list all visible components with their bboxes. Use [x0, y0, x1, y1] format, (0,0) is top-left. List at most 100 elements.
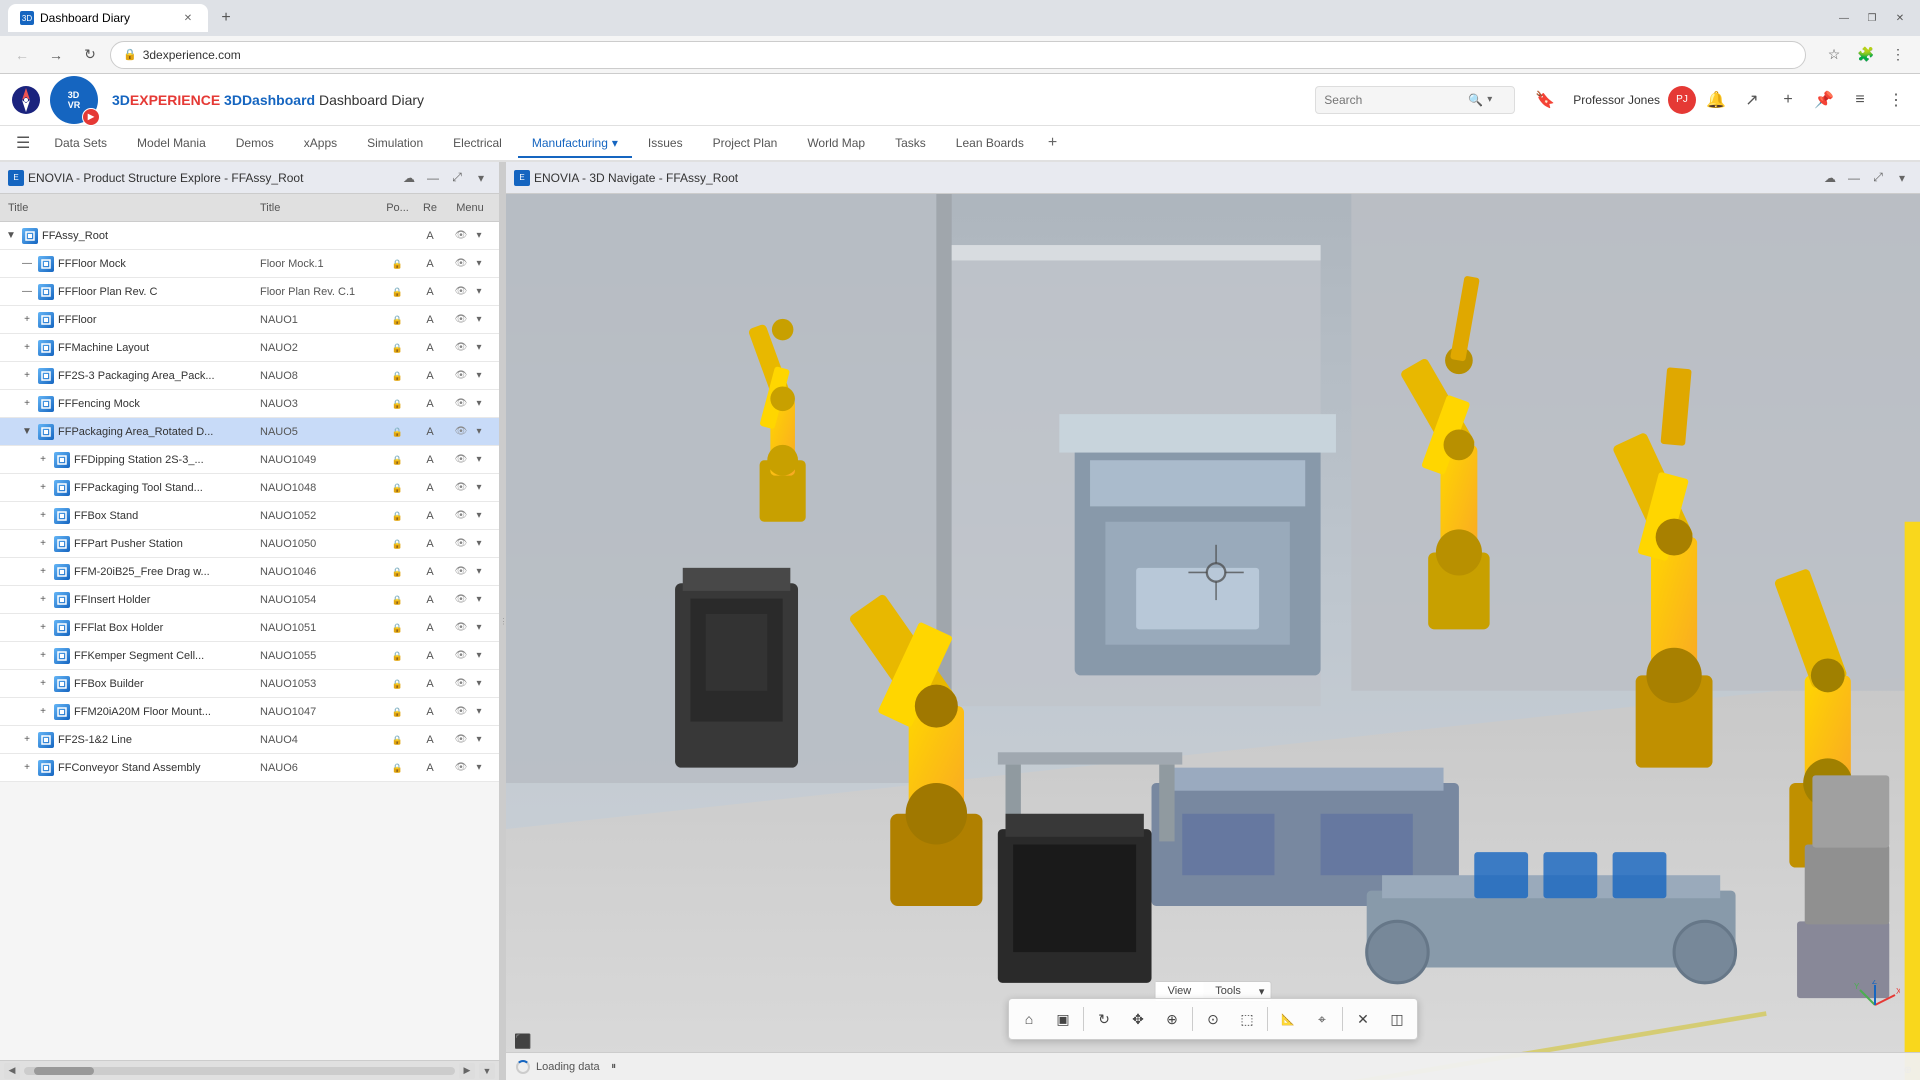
restore-button[interactable]: ❐ [1860, 6, 1884, 30]
pin-icon[interactable]: 📌 [1808, 84, 1840, 116]
tree-node-expand-button[interactable]: ▾ [471, 228, 487, 244]
tree-node-visibility-button[interactable]: 👁 [453, 732, 469, 748]
tree-item[interactable]: —FFFloor MockFloor Mock.1🔒A👁▾ [0, 250, 499, 278]
tree-node-expand-button[interactable]: ▾ [471, 480, 487, 496]
tree-item[interactable]: +FF2S-3 Packaging Area_Pack...NAUO8🔒A👁▾ [0, 362, 499, 390]
tree-node-visibility-button[interactable]: 👁 [453, 760, 469, 776]
tree-toggle[interactable]: + [36, 677, 50, 691]
scroll-left-button[interactable]: ◀ [4, 1063, 20, 1079]
tree-toggle[interactable]: + [36, 593, 50, 607]
tab-electrical[interactable]: Electrical [439, 130, 516, 158]
search-input[interactable] [1324, 93, 1464, 107]
tree-node-visibility-button[interactable]: 👁 [453, 704, 469, 720]
tree-node-expand-button[interactable]: ▾ [471, 368, 487, 384]
tree-node-visibility-button[interactable]: 👁 [453, 480, 469, 496]
share-icon[interactable]: ↗ [1736, 84, 1768, 116]
loading-pause-button[interactable]: ⏸ [606, 1059, 622, 1075]
tree-node-expand-button[interactable]: ▾ [471, 340, 487, 356]
tab-issues[interactable]: Issues [634, 130, 697, 158]
panel-minimize-icon[interactable]: — [423, 168, 443, 188]
tree-item[interactable]: +FFM-20iB25_Free Drag w...NAUO1046🔒A👁▾ [0, 558, 499, 586]
search-box[interactable]: 🔍 ▾ [1315, 86, 1515, 114]
tab-manufacturing[interactable]: Manufacturing ▾ [518, 130, 632, 158]
compass-icon[interactable] [8, 82, 44, 118]
tree-toggle[interactable]: + [20, 397, 34, 411]
forward-button[interactable]: → [42, 41, 70, 69]
tree-item[interactable]: +FFKemper Segment Cell...NAUO1055🔒A👁▾ [0, 642, 499, 670]
tree-toggle[interactable]: + [20, 761, 34, 775]
close-window-button[interactable]: ✕ [1888, 6, 1912, 30]
tab-tasks[interactable]: Tasks [881, 130, 940, 158]
tree-node-expand-button[interactable]: ▾ [471, 564, 487, 580]
add-tab-button[interactable]: + [1040, 128, 1065, 158]
tree-node-visibility-button[interactable]: 👁 [453, 424, 469, 440]
tree-item[interactable]: +FFM20iA20M Floor Mount...NAUO1047🔒A👁▾ [0, 698, 499, 726]
tree-node-expand-button[interactable]: ▾ [471, 452, 487, 468]
tree-node-visibility-button[interactable]: 👁 [453, 228, 469, 244]
viewer-corner-icon[interactable]: ⬛ [514, 1033, 531, 1050]
add-icon[interactable]: + [1772, 84, 1804, 116]
viewer-expand-icon[interactable]: ⤢ [1868, 168, 1888, 188]
tree-node-visibility-button[interactable]: 👁 [453, 648, 469, 664]
3d-viewport[interactable]: View Tools ▾ ⌂ ▣ ↻ ✥ ⊕ ⊙ ⬚ 📐 ⌖ ✕ ◫ [506, 194, 1920, 1080]
tree-item[interactable]: ▼FFAssy_RootA👁▾ [0, 222, 499, 250]
tree-item[interactable]: +FFBox StandNAUO1052🔒A👁▾ [0, 502, 499, 530]
tree-toggle[interactable]: + [20, 369, 34, 383]
tree-toggle[interactable]: + [20, 733, 34, 747]
tree-item[interactable]: ▼FFPackaging Area_Rotated D...NAUO5🔒A👁▾ [0, 418, 499, 446]
bookmark-button[interactable]: ☆ [1820, 41, 1848, 69]
tab-simulation[interactable]: Simulation [353, 130, 437, 158]
tree-item[interactable]: +FFFloorNAUO1🔒A👁▾ [0, 306, 499, 334]
tree-toggle[interactable]: + [36, 565, 50, 579]
tree-item[interactable]: +FFInsert HolderNAUO1054🔒A👁▾ [0, 586, 499, 614]
toolbar-pan-button[interactable]: ✥ [1122, 1003, 1154, 1035]
tree-item[interactable]: +FFConveyor Stand AssemblyNAUO6🔒A👁▾ [0, 754, 499, 782]
tree-item[interactable]: —FFFloor Plan Rev. CFloor Plan Rev. C.1🔒… [0, 278, 499, 306]
tree-node-visibility-button[interactable]: 👁 [453, 452, 469, 468]
tree-toggle[interactable]: + [36, 453, 50, 467]
settings-button[interactable]: ⋮ [1884, 41, 1912, 69]
tab-demos[interactable]: Demos [222, 130, 288, 158]
viewer-collapse-icon[interactable]: ▾ [1892, 168, 1912, 188]
tree-node-visibility-button[interactable]: 👁 [453, 340, 469, 356]
tree-toggle[interactable]: ▼ [20, 425, 34, 439]
toolbar-cut-button[interactable]: ✕ [1347, 1003, 1379, 1035]
tree-node-expand-button[interactable]: ▾ [471, 732, 487, 748]
tree-toggle[interactable]: — [20, 285, 34, 299]
tree-item[interactable]: +FFFencing MockNAUO3🔒A👁▾ [0, 390, 499, 418]
scroll-track[interactable] [24, 1067, 455, 1075]
tree-toggle[interactable]: + [36, 705, 50, 719]
toolbar-frame-button[interactable]: ▣ [1047, 1003, 1079, 1035]
tree-node-visibility-button[interactable]: 👁 [453, 564, 469, 580]
tree-node-visibility-button[interactable]: 👁 [453, 396, 469, 412]
user-avatar[interactable]: PJ [1668, 86, 1696, 114]
back-button[interactable]: ← [8, 41, 36, 69]
tree-node-expand-button[interactable]: ▾ [471, 284, 487, 300]
sidebar-item-hamburger[interactable]: ☰ [8, 129, 38, 159]
minimize-button[interactable]: — [1832, 6, 1856, 30]
more-icon[interactable]: ⋮ [1880, 84, 1912, 116]
tree-item[interactable]: +FFPart Pusher StationNAUO1050🔒A👁▾ [0, 530, 499, 558]
url-bar[interactable]: 🔒 3dexperience.com [110, 41, 1806, 69]
new-tab-button[interactable]: + [212, 4, 240, 32]
tree-node-visibility-button[interactable]: 👁 [453, 536, 469, 552]
panel-collapse-icon[interactable]: ▾ [471, 168, 491, 188]
toolbar-snap-button[interactable]: ⌖ [1306, 1003, 1338, 1035]
tree-node-visibility-button[interactable]: 👁 [453, 508, 469, 524]
toolbar-multiselect-button[interactable]: ⬚ [1231, 1003, 1263, 1035]
tree-node-expand-button[interactable]: ▾ [471, 396, 487, 412]
tree-item[interactable]: +FFMachine LayoutNAUO2🔒A👁▾ [0, 334, 499, 362]
tree-toggle[interactable]: + [20, 341, 34, 355]
notifications-icon[interactable]: 🔔 [1700, 84, 1732, 116]
toolbar-measure-button[interactable]: 📐 [1272, 1003, 1304, 1035]
tree-node-expand-button[interactable]: ▾ [471, 536, 487, 552]
tree-node-visibility-button[interactable]: 👁 [453, 256, 469, 272]
tree-node-expand-button[interactable]: ▾ [471, 508, 487, 524]
extensions-button[interactable]: 🧩 [1852, 41, 1880, 69]
toolbar-orbit-button[interactable]: ↻ [1088, 1003, 1120, 1035]
tree-node-expand-button[interactable]: ▾ [471, 256, 487, 272]
tree-node-expand-button[interactable]: ▾ [471, 704, 487, 720]
tree-node-visibility-button[interactable]: 👁 [453, 592, 469, 608]
tree-node-visibility-button[interactable]: 👁 [453, 284, 469, 300]
refresh-button[interactable]: ↻ [76, 41, 104, 69]
